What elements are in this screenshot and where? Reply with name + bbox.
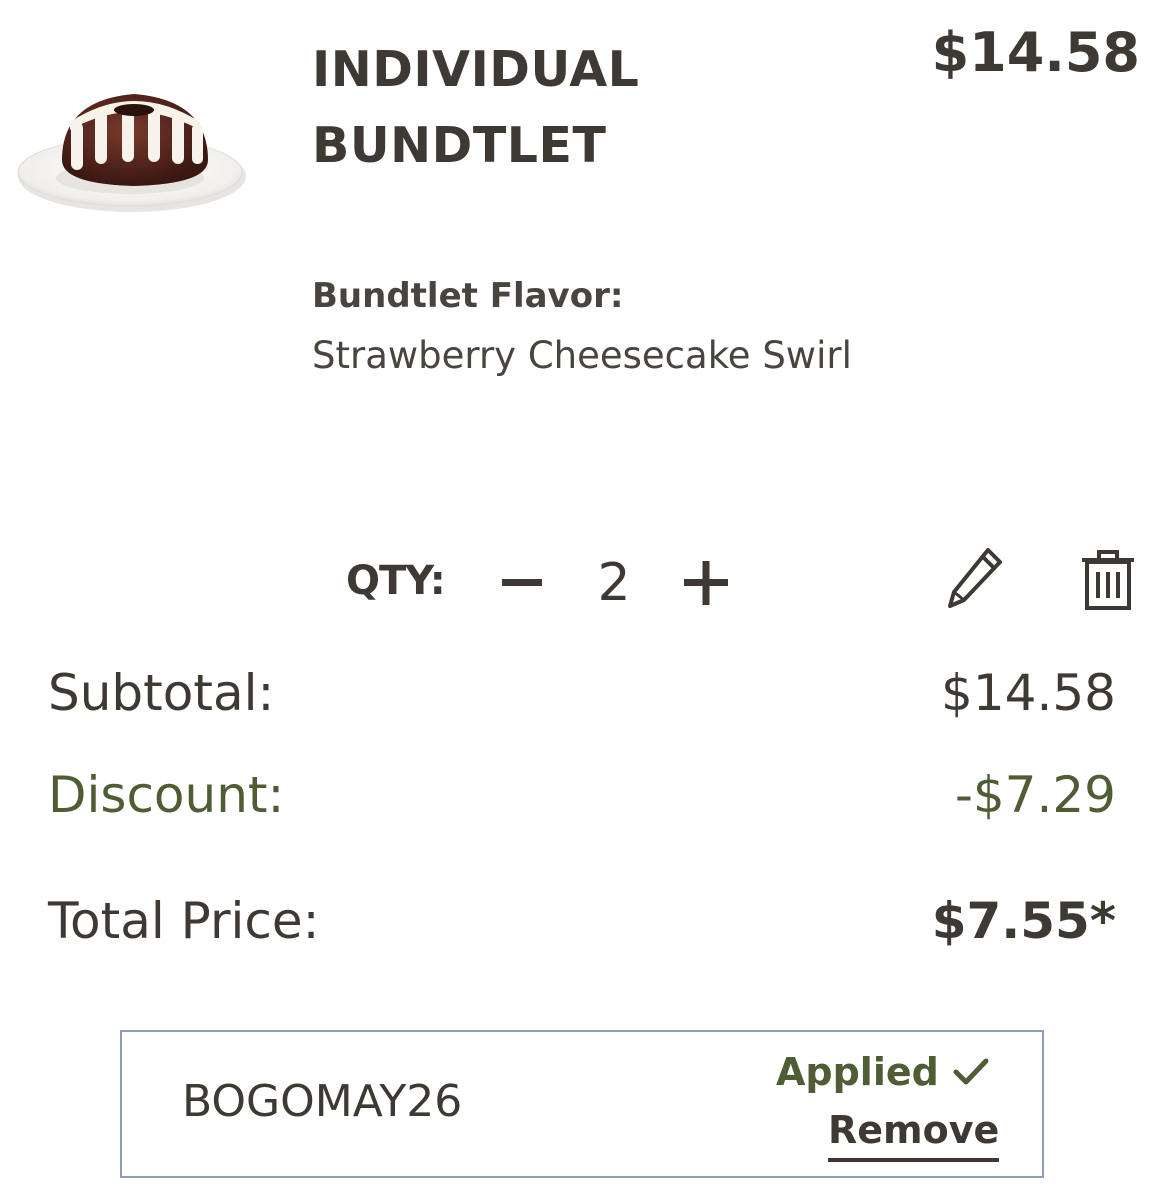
quantity-increase-button[interactable] <box>674 548 738 618</box>
quantity-value: 2 <box>597 553 631 613</box>
quantity-decrease-button[interactable] <box>492 548 552 618</box>
checkmark-icon <box>953 1058 989 1085</box>
promo-applied-status: Applied <box>776 1050 989 1094</box>
product-name-line2: BUNDTLET <box>312 117 607 174</box>
subtotal-label: Subtotal: <box>48 664 275 722</box>
delete-item-button[interactable] <box>1076 548 1140 614</box>
plus-icon <box>684 561 728 605</box>
remove-promo-link[interactable]: Remove <box>828 1108 1000 1162</box>
product-name: INDIVIDUAL BUNDTLET <box>312 32 832 184</box>
discount-label: Discount: <box>48 766 285 824</box>
bundtlet-cake-image <box>17 94 246 212</box>
product-name-line1: INDIVIDUAL <box>312 41 640 98</box>
minus-icon <box>502 579 542 586</box>
promo-code: BOGOMAY26 <box>182 1076 463 1127</box>
edit-item-button[interactable] <box>944 546 1004 612</box>
trash-icon <box>1082 550 1134 610</box>
total-price-label: Total Price: <box>48 892 320 950</box>
discount-value: -$7.29 <box>954 766 1116 824</box>
flavor-label: Bundtlet Flavor: <box>312 276 624 316</box>
flavor-value: Strawberry Cheesecake Swirl <box>312 334 852 377</box>
total-price-value: $7.55* <box>931 892 1116 950</box>
pencil-icon <box>948 548 1002 608</box>
quantity-label: QTY: <box>346 558 446 604</box>
subtotal-value: $14.58 <box>941 664 1116 722</box>
product-image <box>14 80 250 220</box>
item-price: $14.58 <box>931 21 1140 84</box>
applied-label: Applied <box>776 1050 939 1094</box>
